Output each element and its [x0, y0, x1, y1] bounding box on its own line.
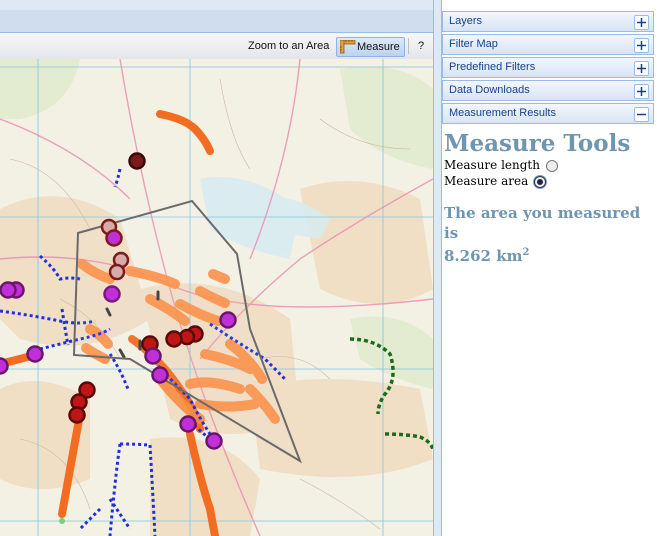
accordion-predefined-filters[interactable]: Predefined Filters	[442, 57, 654, 78]
panel-splitter[interactable]	[433, 0, 442, 536]
accordion-label: Measurement Results	[449, 107, 556, 119]
measure-button-label: Measure	[357, 41, 400, 53]
accordion-filter-map[interactable]: Filter Map	[442, 34, 654, 55]
tab-strip	[0, 10, 433, 33]
measure-length-label: Measure length	[444, 158, 540, 172]
accordion-label: Data Downloads	[449, 84, 530, 96]
measure-area-label: Measure area	[444, 174, 529, 188]
measure-length-option[interactable]: Measure length	[444, 157, 654, 173]
measurement-results-content: Measure Tools Measure length Measure are…	[442, 126, 654, 266]
map-toolbar: Zoom to an Area Measure ?	[0, 33, 433, 60]
plus-icon[interactable]	[634, 38, 649, 53]
accordion-measurement-results[interactable]: Measurement Results	[442, 103, 654, 124]
plus-icon[interactable]	[634, 61, 649, 76]
help-button[interactable]: ?	[418, 37, 424, 55]
result-text: The area you measured is	[444, 204, 641, 242]
accordion-label: Filter Map	[449, 38, 498, 50]
plus-icon[interactable]	[634, 84, 649, 99]
plus-icon[interactable]	[634, 15, 649, 30]
measure-length-radio[interactable]	[545, 159, 558, 172]
minus-icon[interactable]	[634, 107, 649, 122]
measure-area-option[interactable]: Measure area	[444, 173, 654, 189]
right-panel: Layers Filter Map Predefined Filters Dat…	[442, 0, 657, 536]
result-unit-superscript: 2	[522, 247, 530, 258]
ruler-icon	[340, 40, 356, 54]
accordion-layers[interactable]: Layers	[442, 11, 654, 32]
measure-button[interactable]: Measure	[336, 37, 405, 57]
result-value: 8.262 km	[444, 247, 523, 265]
map-canvas[interactable]	[0, 59, 433, 536]
measure-result: The area you measured is 8.262 km2	[444, 203, 654, 266]
measure-area-radio[interactable]	[534, 175, 547, 188]
accordion-data-downloads[interactable]: Data Downloads	[442, 80, 654, 101]
measure-tools-title: Measure Tools	[444, 130, 631, 157]
top-strip	[0, 0, 433, 10]
accordion-label: Layers	[449, 15, 483, 27]
toolbar-separator	[408, 38, 409, 54]
accordion-label: Predefined Filters	[449, 61, 536, 73]
zoom-to-area-button[interactable]: Zoom to an Area	[248, 37, 329, 55]
map-view[interactable]	[0, 59, 433, 536]
